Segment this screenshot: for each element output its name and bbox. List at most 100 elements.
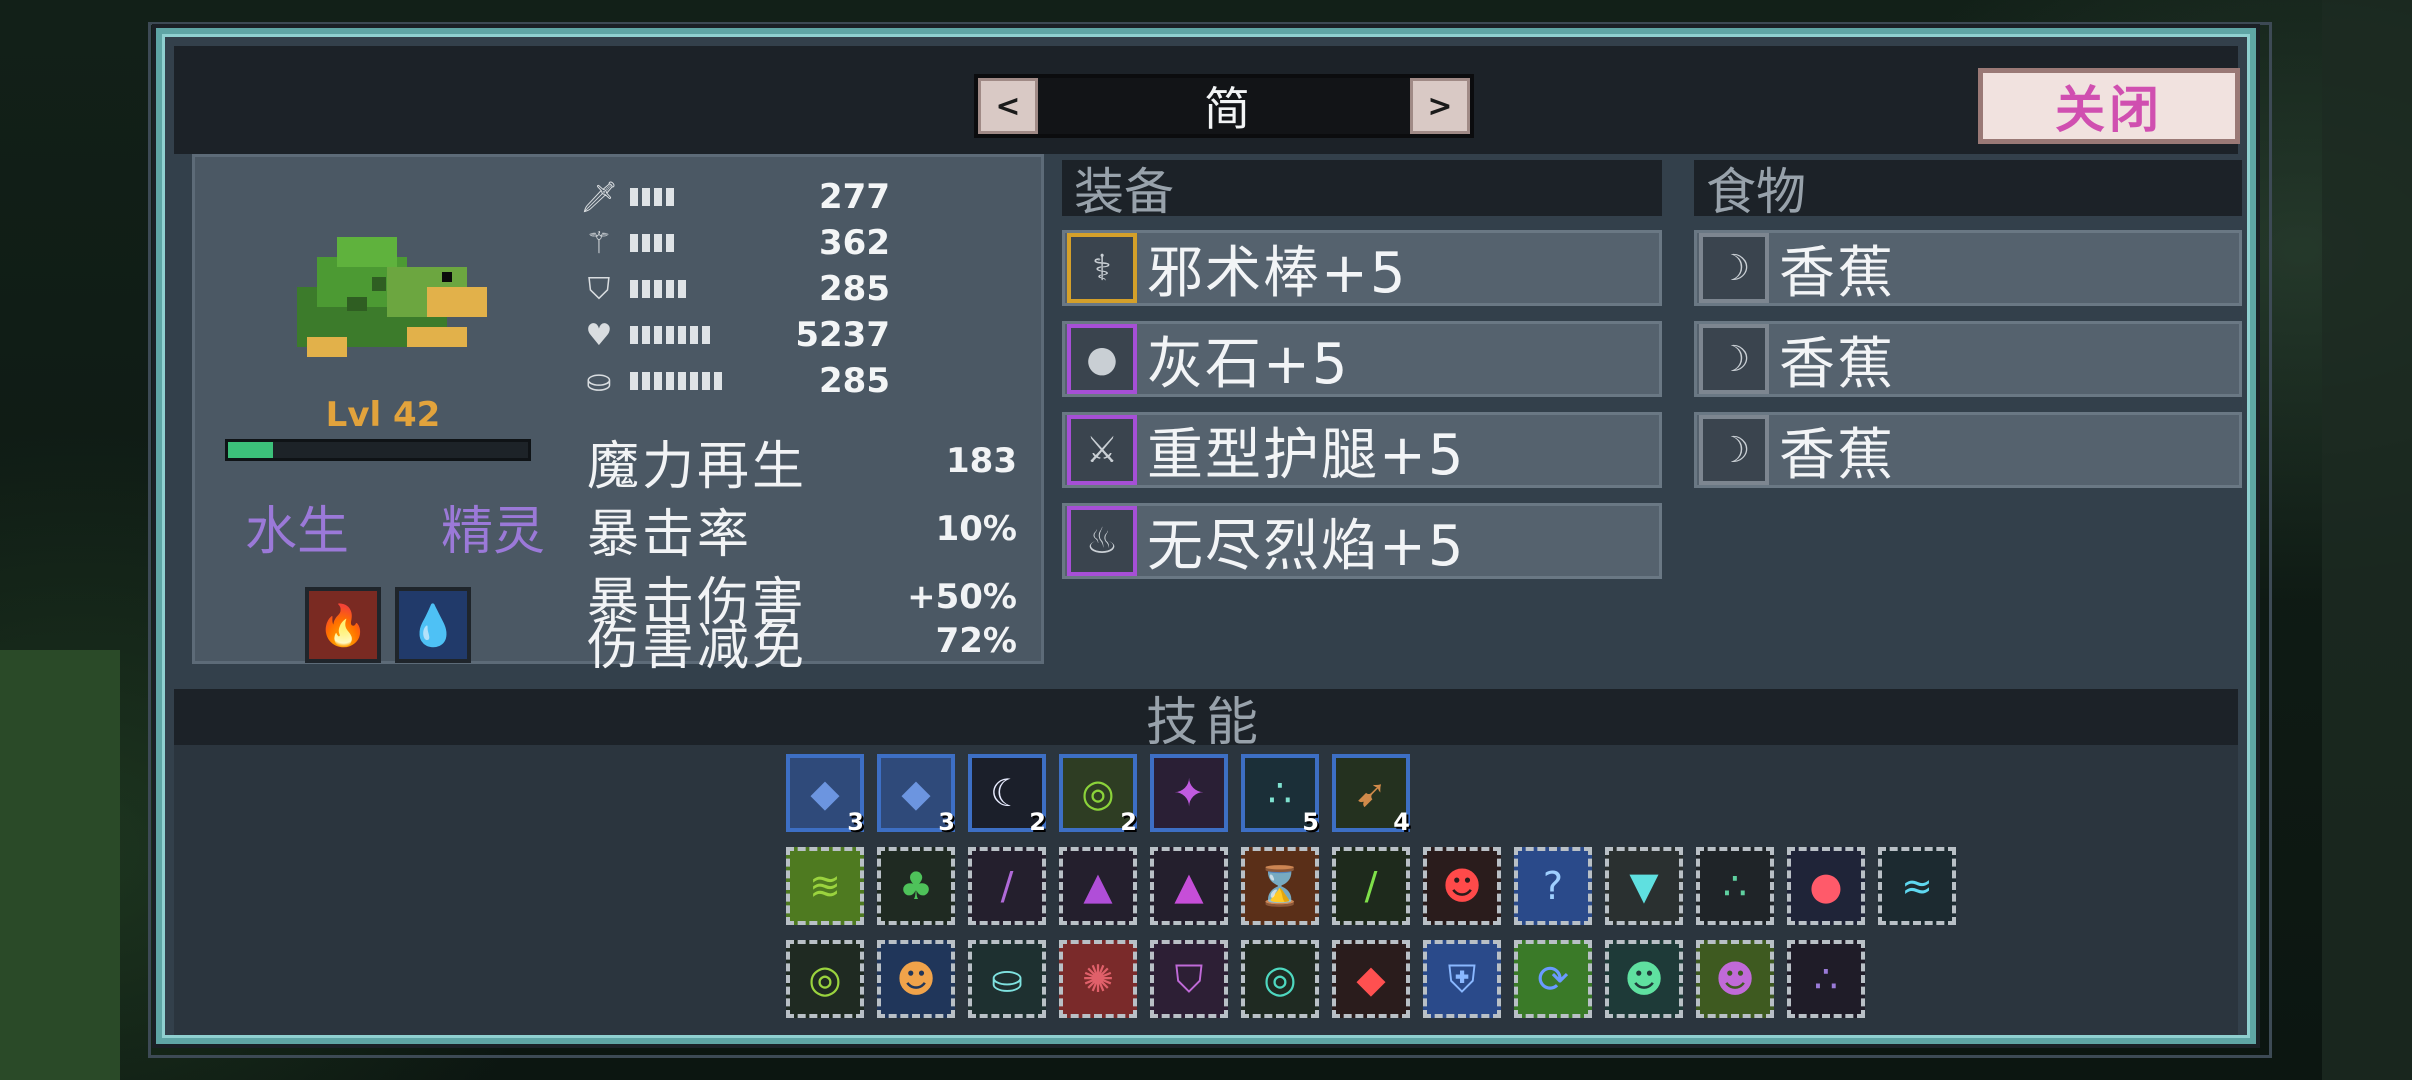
stat-bar-segment bbox=[666, 234, 674, 252]
skill-count: 2 bbox=[1029, 808, 1046, 836]
passive-skill[interactable]: / bbox=[968, 847, 1046, 925]
stat-value: 362 bbox=[819, 223, 890, 263]
passive-skill[interactable]: ☻ bbox=[1423, 847, 1501, 925]
stat-bar-segment bbox=[678, 372, 686, 390]
speed-icon: ⛀ bbox=[586, 363, 612, 399]
stat-bar-segment bbox=[654, 188, 662, 206]
passive-skill[interactable]: ? bbox=[1514, 847, 1592, 925]
type-tag-spirit: 精灵 bbox=[440, 502, 545, 562]
next-button[interactable]: > bbox=[1410, 78, 1470, 134]
skill-icon: ? bbox=[1542, 864, 1564, 908]
creature-name: 简 bbox=[1204, 82, 1252, 136]
equipment-icon: ♨ bbox=[1067, 506, 1137, 576]
attr-value: 10% bbox=[935, 509, 1017, 549]
attr-label: 伤害减免 bbox=[587, 616, 808, 677]
skill-icon: ∴ bbox=[1722, 864, 1748, 908]
attr-damage-reduction: 伤害减免 72% bbox=[587, 612, 1017, 677]
equipment-name: 重型护腿+5 bbox=[1147, 422, 1466, 488]
passive-skill[interactable]: ▼ bbox=[1605, 847, 1683, 925]
stat-value: 277 bbox=[819, 177, 890, 217]
skill-icon: ⌛ bbox=[1256, 863, 1304, 908]
stat-bar-segment bbox=[690, 326, 698, 344]
food-slot[interactable]: ☽ 香蕉 bbox=[1694, 321, 2242, 397]
food-slot[interactable]: ☽ 香蕉 bbox=[1694, 412, 2242, 488]
fire-boost-icon[interactable]: 🔥 bbox=[305, 587, 381, 663]
equipment-slot[interactable]: ⚕ 邪术棒+5 bbox=[1062, 230, 1662, 306]
skill-icon: ◎ bbox=[808, 957, 842, 1001]
food-name: 香蕉 bbox=[1779, 422, 1895, 488]
skill-count: 3 bbox=[938, 808, 955, 836]
prev-button[interactable]: < bbox=[978, 78, 1038, 134]
skill-icon: ∴ bbox=[1813, 957, 1839, 1001]
passive-skill[interactable]: ♣ bbox=[877, 847, 955, 925]
skill-icon: ◎ bbox=[1081, 771, 1115, 815]
passive-skill[interactable]: ● bbox=[1787, 847, 1865, 925]
skill-icon: ☻ bbox=[1624, 957, 1664, 1001]
passive-skill[interactable]: ≈ bbox=[1878, 847, 1956, 925]
equipment-slot[interactable]: ♨ 无尽烈焰+5 bbox=[1062, 503, 1662, 579]
passive-skill[interactable]: ▲ bbox=[1059, 847, 1137, 925]
active-skill[interactable]: ◎ 2 bbox=[1059, 754, 1137, 836]
equipment-slot[interactable]: ● 灰石+5 bbox=[1062, 321, 1662, 397]
skill-icon: ♣ bbox=[898, 864, 934, 908]
active-skill[interactable]: ✦ bbox=[1150, 754, 1228, 832]
passive-skill[interactable]: ⛨ bbox=[1423, 940, 1501, 1018]
passive-skill[interactable]: ∴ bbox=[1696, 847, 1774, 925]
stat-bar-segment bbox=[642, 326, 650, 344]
stat-bar-segment bbox=[630, 280, 638, 298]
skill-icon: ⛉ bbox=[1174, 956, 1204, 1001]
passive-skill[interactable]: ✺ bbox=[1059, 940, 1137, 1018]
passive-skill[interactable]: ∴ bbox=[1787, 940, 1865, 1018]
passive-skill[interactable]: ◆ bbox=[1332, 940, 1410, 1018]
passive-skill[interactable]: ◎ bbox=[1241, 940, 1319, 1018]
skill-icon: ≈ bbox=[1901, 864, 1933, 908]
passive-skill[interactable]: ⛉ bbox=[1150, 940, 1228, 1018]
active-skill[interactable]: ➹ 4 bbox=[1332, 754, 1410, 836]
skill-icon: ⛀ bbox=[991, 957, 1023, 1001]
food-header: 食物 bbox=[1694, 160, 2242, 221]
health-icon: ♥ bbox=[585, 317, 613, 353]
stat-row-magic: ⚚ 362 bbox=[580, 223, 890, 263]
active-skill[interactable]: ☾ 2 bbox=[968, 754, 1046, 836]
passive-skill[interactable]: ⌛ bbox=[1241, 847, 1319, 925]
active-skill[interactable]: ◆ 3 bbox=[786, 754, 864, 836]
magic-icon: ⚚ bbox=[585, 225, 613, 261]
skill-icon: ☾ bbox=[989, 771, 1025, 815]
water-shield-icon[interactable]: 💧 bbox=[395, 587, 471, 663]
defense-icon: ⛉ bbox=[587, 271, 611, 307]
close-button[interactable]: 关闭 bbox=[1978, 68, 2240, 144]
type-tag-aquatic: 水生 bbox=[245, 502, 350, 562]
stat-row-health: ♥ 5237 bbox=[580, 315, 890, 355]
food-slot[interactable]: ☽ 香蕉 bbox=[1694, 230, 2242, 306]
health-bar-fill bbox=[228, 442, 273, 458]
stat-row-speed: ⛀ 285 bbox=[580, 361, 890, 401]
food-name: 香蕉 bbox=[1779, 331, 1895, 397]
health-bar bbox=[225, 439, 531, 461]
active-skill[interactable]: ◆ 3 bbox=[877, 754, 955, 836]
passive-skill[interactable]: ⟳ bbox=[1514, 940, 1592, 1018]
skills-header: 技能 bbox=[174, 689, 2238, 753]
skill-icon: ◆ bbox=[1356, 957, 1386, 1001]
stat-bar-segment bbox=[666, 280, 674, 298]
attr-label: 魔力再生 bbox=[587, 436, 808, 497]
equipment-slot[interactable]: ⚔ 重型护腿+5 bbox=[1062, 412, 1662, 488]
passive-skill[interactable]: / bbox=[1332, 847, 1410, 925]
passive-skill[interactable]: ☻ bbox=[877, 940, 955, 1018]
passive-skill[interactable]: ⛀ bbox=[968, 940, 1046, 1018]
skill-icon: ⛨ bbox=[1447, 956, 1477, 1001]
skill-icon: ✺ bbox=[1082, 957, 1114, 1001]
active-skill[interactable]: ∴ 5 bbox=[1241, 754, 1319, 836]
passive-skill[interactable]: ▲ bbox=[1150, 847, 1228, 925]
stat-row-attack: 🗡 277 bbox=[580, 177, 890, 217]
skill-icon: / bbox=[1364, 864, 1378, 908]
passive-skill[interactable]: ◎ bbox=[786, 940, 864, 1018]
skill-icon: ☻ bbox=[1442, 864, 1482, 908]
passive-skill[interactable]: ☻ bbox=[1696, 940, 1774, 1018]
stat-bar-segment bbox=[666, 188, 674, 206]
stat-bar-segment bbox=[642, 234, 650, 252]
banana-icon: ☽ bbox=[1699, 324, 1769, 394]
skill-count: 3 bbox=[847, 808, 864, 836]
passive-skill[interactable]: ☻ bbox=[1605, 940, 1683, 1018]
passive-skill[interactable]: ≋ bbox=[786, 847, 864, 925]
stat-bar-segment bbox=[702, 372, 710, 390]
